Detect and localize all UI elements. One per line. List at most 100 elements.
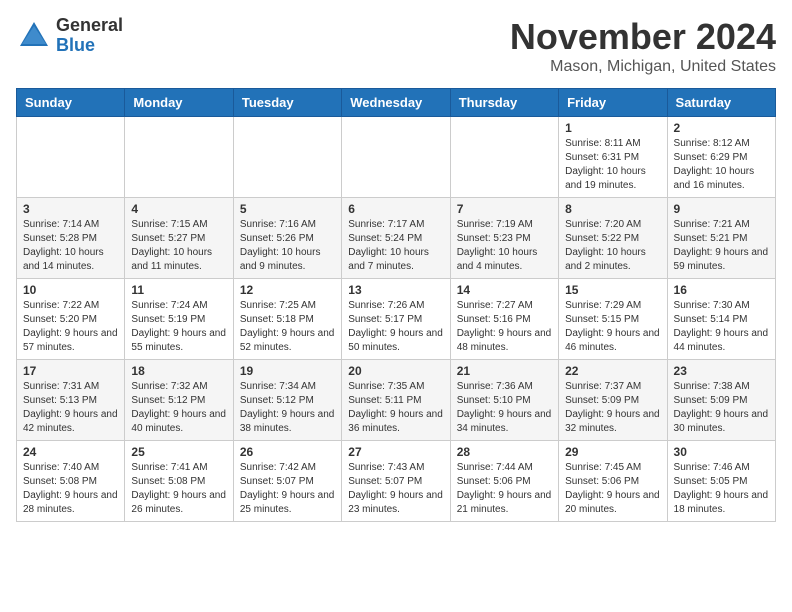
day-info: Sunrise: 7:34 AM Sunset: 5:12 PM Dayligh… [240,380,335,436]
week-row-1: 1 Sunrise: 8:11 AM Sunset: 6:31 PM Daylig… [17,117,776,198]
day-number: 15 [565,283,660,297]
logo-general-text: General [56,16,123,36]
day-cell [17,117,125,198]
day-number: 4 [131,202,226,216]
header: General Blue November 2024 Mason, Michig… [16,16,776,76]
day-cell: 5Sunrise: 7:16 AM Sunset: 5:26 PM Daylig… [233,198,341,279]
day-cell: 30 Sunrise: 7:46 AM Sunset: 5:05 PM Dayli… [667,441,775,522]
day-cell: 24Sunrise: 7:40 AM Sunset: 5:08 PM Dayli… [17,441,125,522]
day-cell: 12 Sunrise: 7:25 AM Sunset: 5:18 PM Dayli… [233,279,341,360]
day-cell: 26 Sunrise: 7:42 AM Sunset: 5:07 PM Dayli… [233,441,341,522]
day-cell: 18 Sunrise: 7:32 AM Sunset: 5:12 PM Dayli… [125,360,233,441]
day-cell: 23 Sunrise: 7:38 AM Sunset: 5:09 PM Dayli… [667,360,775,441]
day-cell: 27Sunrise: 7:43 AM Sunset: 5:07 PM Dayli… [342,441,450,522]
day-info: Sunrise: 7:38 AM Sunset: 5:09 PM Dayligh… [674,380,769,436]
day-cell: 11Sunrise: 7:24 AM Sunset: 5:19 PM Dayli… [125,279,233,360]
day-number: 6 [348,202,443,216]
day-number: 17 [23,364,118,378]
day-info: Sunrise: 7:42 AM Sunset: 5:07 PM Dayligh… [240,461,335,517]
day-number: 25 [131,445,226,459]
day-cell: 16 Sunrise: 7:30 AM Sunset: 5:14 PM Dayli… [667,279,775,360]
day-info: Sunrise: 7:32 AM Sunset: 5:12 PM Dayligh… [131,380,226,436]
calendar-header: SundayMondayTuesdayWednesdayThursdayFrid… [17,89,776,117]
day-number: 26 [240,445,335,459]
day-number: 20 [348,364,443,378]
day-cell: 25 Sunrise: 7:41 AM Sunset: 5:08 PM Dayli… [125,441,233,522]
day-info: Sunrise: 7:37 AM Sunset: 5:09 PM Dayligh… [565,380,660,436]
week-row-4: 17 Sunrise: 7:31 AM Sunset: 5:13 PM Dayli… [17,360,776,441]
day-cell: 22 Sunrise: 7:37 AM Sunset: 5:09 PM Dayli… [559,360,667,441]
day-cell: 14Sunrise: 7:27 AM Sunset: 5:16 PM Dayli… [450,279,558,360]
day-number: 30 [674,445,769,459]
day-number: 23 [674,364,769,378]
day-number: 22 [565,364,660,378]
day-cell: 8 Sunrise: 7:20 AM Sunset: 5:22 PM Daylig… [559,198,667,279]
header-cell-sunday: Sunday [17,89,125,117]
day-number: 21 [457,364,552,378]
day-info: Sunrise: 7:35 AM Sunset: 5:11 PM Dayligh… [348,380,443,436]
header-cell-monday: Monday [125,89,233,117]
day-info: Sunrise: 7:30 AM Sunset: 5:14 PM Dayligh… [674,299,769,355]
logo-text: General Blue [56,16,123,56]
calendar-body: 1 Sunrise: 8:11 AM Sunset: 6:31 PM Daylig… [17,117,776,522]
day-info: Sunrise: 7:29 AM Sunset: 5:15 PM Dayligh… [565,299,660,355]
day-number: 18 [131,364,226,378]
day-info: Sunrise: 7:14 AM Sunset: 5:28 PM Dayligh… [23,218,118,274]
day-info: Sunrise: 8:11 AM Sunset: 6:31 PM Dayligh… [565,137,660,193]
day-info: Sunrise: 7:17 AM Sunset: 5:24 PM Dayligh… [348,218,443,274]
day-cell: 2Sunrise: 8:12 AM Sunset: 6:29 PM Daylig… [667,117,775,198]
header-cell-saturday: Saturday [667,89,775,117]
day-cell: 21 Sunrise: 7:36 AM Sunset: 5:10 PM Dayli… [450,360,558,441]
page-container: General Blue November 2024 Mason, Michig… [16,16,776,522]
day-info: Sunrise: 7:43 AM Sunset: 5:07 PM Dayligh… [348,461,443,517]
logo: General Blue [16,16,123,56]
day-info: Sunrise: 7:41 AM Sunset: 5:08 PM Dayligh… [131,461,226,517]
day-number: 11 [131,283,226,297]
day-info: Sunrise: 7:26 AM Sunset: 5:17 PM Dayligh… [348,299,443,355]
header-cell-tuesday: Tuesday [233,89,341,117]
day-info: Sunrise: 7:31 AM Sunset: 5:13 PM Dayligh… [23,380,118,436]
day-cell: 20 Sunrise: 7:35 AM Sunset: 5:11 PM Dayli… [342,360,450,441]
day-cell: 29Sunrise: 7:45 AM Sunset: 5:06 PM Dayli… [559,441,667,522]
day-number: 16 [674,283,769,297]
day-number: 5 [240,202,335,216]
day-cell: 19 Sunrise: 7:34 AM Sunset: 5:12 PM Dayli… [233,360,341,441]
day-number: 12 [240,283,335,297]
day-info: Sunrise: 7:36 AM Sunset: 5:10 PM Dayligh… [457,380,552,436]
logo-blue-text: Blue [56,36,123,56]
day-number: 10 [23,283,118,297]
day-cell [342,117,450,198]
day-info: Sunrise: 7:46 AM Sunset: 5:05 PM Dayligh… [674,461,769,517]
week-row-3: 10 Sunrise: 7:22 AM Sunset: 5:20 PM Dayli… [17,279,776,360]
day-info: Sunrise: 8:12 AM Sunset: 6:29 PM Dayligh… [674,137,769,193]
day-info: Sunrise: 7:25 AM Sunset: 5:18 PM Dayligh… [240,299,335,355]
day-number: 14 [457,283,552,297]
day-number: 13 [348,283,443,297]
day-number: 28 [457,445,552,459]
header-cell-friday: Friday [559,89,667,117]
day-number: 8 [565,202,660,216]
day-cell [233,117,341,198]
day-info: Sunrise: 7:21 AM Sunset: 5:21 PM Dayligh… [674,218,769,274]
day-info: Sunrise: 7:20 AM Sunset: 5:22 PM Dayligh… [565,218,660,274]
day-cell: 9Sunrise: 7:21 AM Sunset: 5:21 PM Daylig… [667,198,775,279]
day-number: 1 [565,121,660,135]
day-cell: 7 Sunrise: 7:19 AM Sunset: 5:23 PM Daylig… [450,198,558,279]
day-info: Sunrise: 7:15 AM Sunset: 5:27 PM Dayligh… [131,218,226,274]
location: Mason, Michigan, United States [510,58,776,76]
logo-icon [16,18,52,54]
day-cell: 4 Sunrise: 7:15 AM Sunset: 5:27 PM Daylig… [125,198,233,279]
day-cell: 1 Sunrise: 8:11 AM Sunset: 6:31 PM Daylig… [559,117,667,198]
day-info: Sunrise: 7:19 AM Sunset: 5:23 PM Dayligh… [457,218,552,274]
day-number: 19 [240,364,335,378]
day-info: Sunrise: 7:40 AM Sunset: 5:08 PM Dayligh… [23,461,118,517]
day-cell: 15 Sunrise: 7:29 AM Sunset: 5:15 PM Dayli… [559,279,667,360]
header-row: SundayMondayTuesdayWednesdayThursdayFrid… [17,89,776,117]
week-row-5: 24Sunrise: 7:40 AM Sunset: 5:08 PM Dayli… [17,441,776,522]
day-cell [125,117,233,198]
day-number: 7 [457,202,552,216]
day-info: Sunrise: 7:44 AM Sunset: 5:06 PM Dayligh… [457,461,552,517]
month-title: November 2024 [510,16,776,58]
day-info: Sunrise: 7:22 AM Sunset: 5:20 PM Dayligh… [23,299,118,355]
day-cell: 10 Sunrise: 7:22 AM Sunset: 5:20 PM Dayli… [17,279,125,360]
